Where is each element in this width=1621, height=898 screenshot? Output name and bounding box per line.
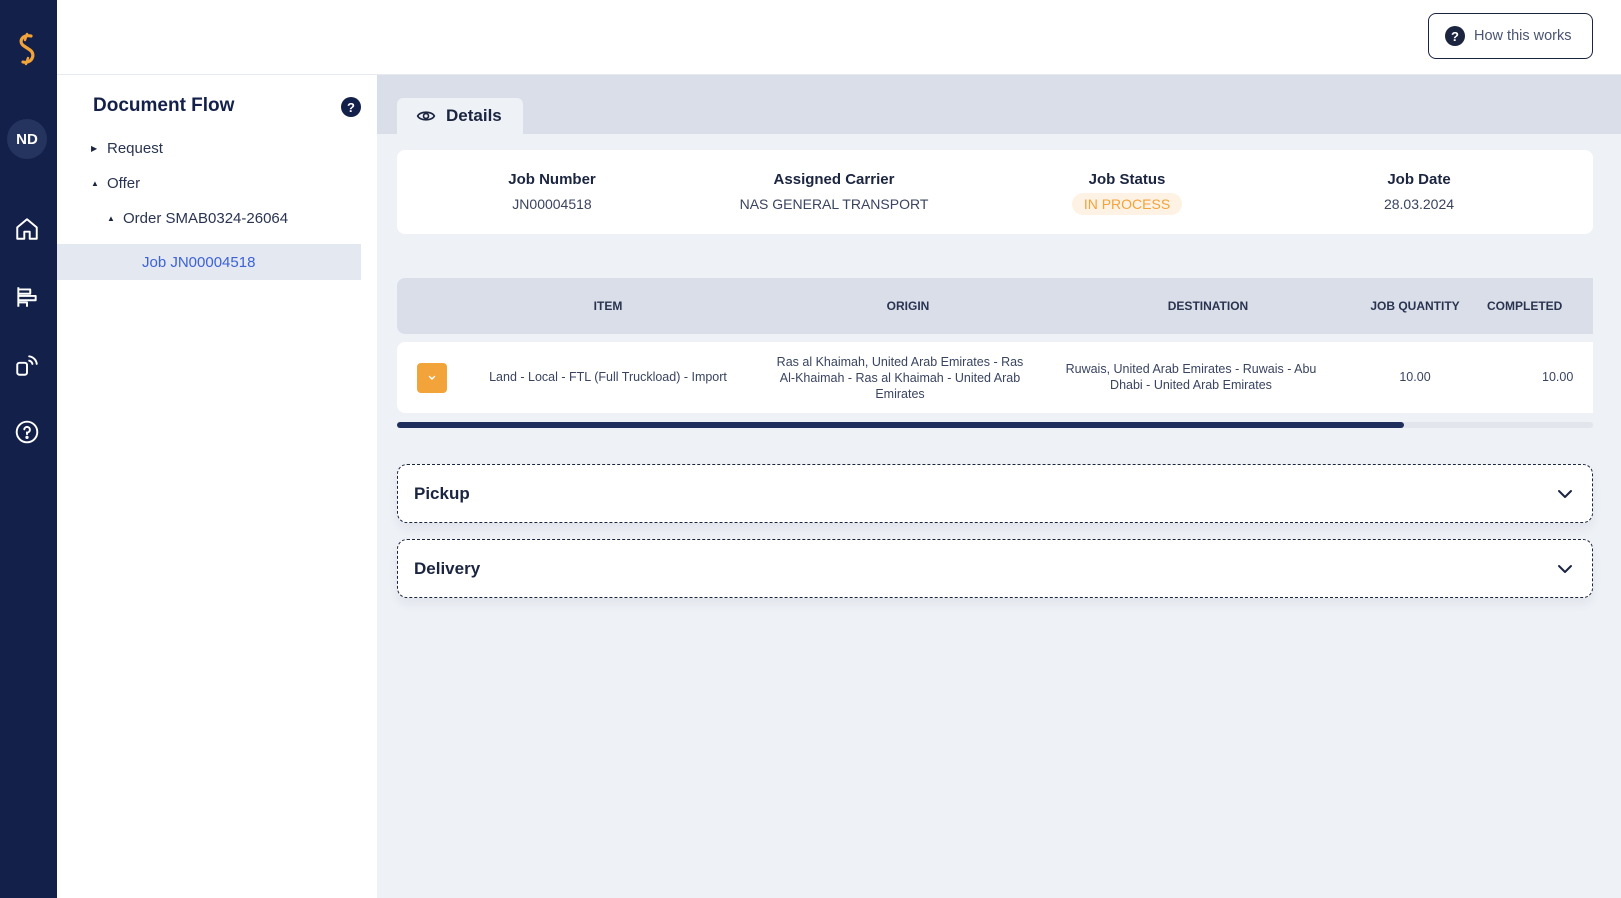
caret-up-icon: ▲ xyxy=(107,214,115,223)
tree-item-order[interactable]: ▲ Order SMAB0324-26064 xyxy=(107,210,288,227)
job-summary-card: Job Number JN00004518 Assigned Carrier N… xyxy=(397,150,1593,234)
tree-item-label: Request xyxy=(107,140,163,157)
job-status-badge: IN PROCESS xyxy=(1071,193,1183,215)
cell-job-quantity: 10.00 xyxy=(1399,370,1431,384)
table-row: Land - Local - FTL (Full Truckload) - Im… xyxy=(397,342,1593,413)
home-icon[interactable] xyxy=(14,216,40,242)
tab-strip: Details xyxy=(377,75,1621,134)
tree-item-label: Offer xyxy=(107,175,141,192)
items-table-header: ITEM ORIGIN DESTINATION JOB QUANTITY COM… xyxy=(397,278,1593,334)
tree-item-label: Order SMAB0324-26064 xyxy=(123,210,289,227)
assigned-carrier-field: Assigned Carrier NAS GENERAL TRANSPORT xyxy=(704,171,964,214)
delivery-accordion[interactable]: Delivery xyxy=(397,539,1593,598)
document-flow-help-icon[interactable]: ? xyxy=(341,97,361,117)
cell-origin: Ras al Khaimah, United Arab Emirates - R… xyxy=(776,355,1024,401)
cell-destination: Ruwais, United Arab Emirates - Ruwais - … xyxy=(1065,362,1317,392)
user-avatar[interactable]: ND xyxy=(7,119,47,159)
job-status-field: Job Status IN PROCESS xyxy=(997,171,1257,215)
cell-item: Land - Local - FTL (Full Truckload) - Im… xyxy=(489,370,727,384)
question-icon: ? xyxy=(1445,26,1465,46)
chevron-down-icon xyxy=(1558,490,1572,498)
pickup-label: Pickup xyxy=(414,483,470,503)
job-date-field: Job Date 28.03.2024 xyxy=(1289,171,1549,214)
chevron-down-icon xyxy=(1558,565,1572,573)
reports-icon[interactable] xyxy=(14,284,40,310)
column-header-completed: COMPLETED xyxy=(1487,299,1563,313)
eye-icon xyxy=(416,111,436,121)
tab-details-label: Details xyxy=(446,106,502,125)
pickup-accordion[interactable]: Pickup xyxy=(397,464,1593,523)
column-header-destination: DESTINATION xyxy=(1167,299,1249,313)
chevron-down-icon xyxy=(428,375,436,380)
cell-completed: 10.00 xyxy=(1542,370,1574,384)
column-header-origin: ORIGIN xyxy=(886,299,930,313)
help-circle-icon[interactable] xyxy=(14,419,40,445)
delivery-label: Delivery xyxy=(414,558,481,578)
top-bar: ? How this works xyxy=(57,0,1621,75)
caret-up-icon: ▲ xyxy=(91,179,99,188)
nav-rail: ND xyxy=(0,0,57,898)
job-number-field: Job Number JN00004518 xyxy=(422,171,682,214)
tab-details[interactable]: Details xyxy=(397,98,523,134)
tree-item-job[interactable]: Job JN00004518 xyxy=(142,245,255,279)
document-flow-title: Document Flow xyxy=(93,95,235,116)
job-date-label: Job Date xyxy=(1387,171,1451,188)
job-date-value: 28.03.2024 xyxy=(1383,196,1455,212)
how-this-works-label: How this works xyxy=(1474,28,1572,44)
scrollbar-thumb[interactable] xyxy=(397,422,1404,428)
main-content: Details Job Number JN00004518 Assigned C… xyxy=(377,75,1621,898)
broadcast-icon[interactable] xyxy=(14,352,40,378)
row-expand-button[interactable] xyxy=(417,363,447,393)
how-this-works-button[interactable]: ? How this works xyxy=(1428,13,1593,59)
table-horizontal-scrollbar[interactable] xyxy=(397,422,1593,428)
document-flow-panel: Document Flow ? ▶ Request ▲ Offer ▲ Orde… xyxy=(57,75,377,898)
caret-right-icon: ▶ xyxy=(91,144,98,153)
job-number-value: JN00004518 xyxy=(512,196,592,212)
job-number-label: Job Number xyxy=(508,171,596,188)
app-logo-icon[interactable] xyxy=(12,32,42,66)
tree-item-offer[interactable]: ▲ Offer xyxy=(91,175,140,192)
tree-item-label: Job JN00004518 xyxy=(142,253,256,271)
assigned-carrier-value: NAS GENERAL TRANSPORT xyxy=(739,196,929,212)
job-status-label: Job Status xyxy=(1088,171,1166,188)
tree-item-request[interactable]: ▶ Request xyxy=(91,140,163,157)
column-header-item: ITEM xyxy=(593,299,623,313)
assigned-carrier-label: Assigned Carrier xyxy=(773,171,895,188)
column-header-job-quantity: JOB QUANTITY xyxy=(1370,299,1460,313)
